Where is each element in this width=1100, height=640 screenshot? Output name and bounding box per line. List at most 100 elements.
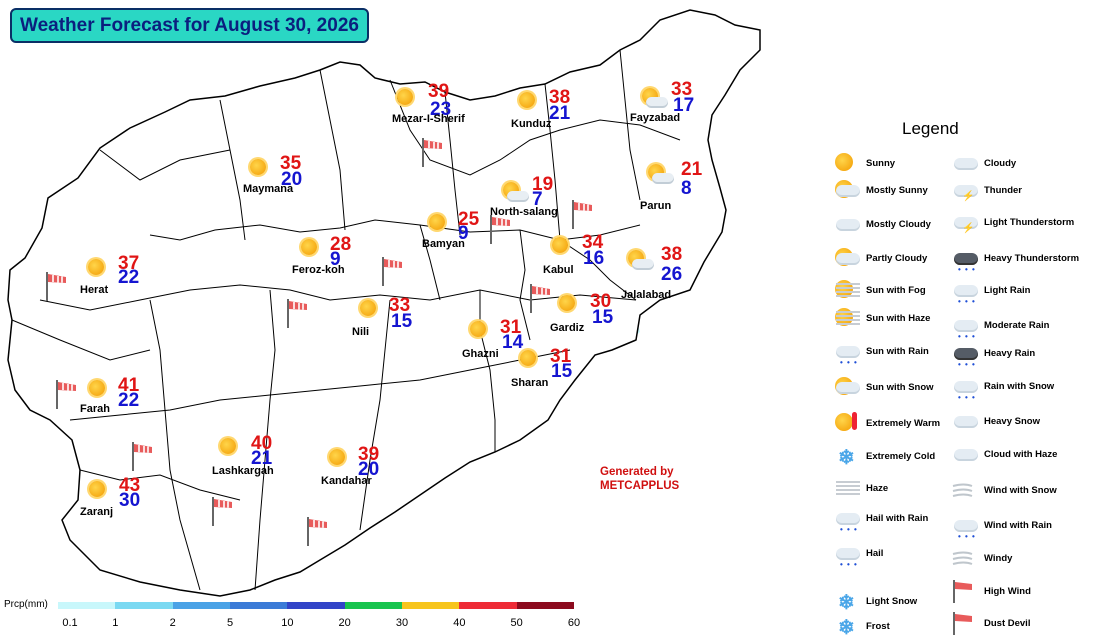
- legend-label: Cloud with Haze: [984, 448, 1058, 460]
- light-thunderstorm-icon: ⚡: [950, 209, 980, 235]
- legend-item: Dust Devil: [950, 610, 1030, 636]
- wind-snow-icon: [950, 477, 980, 503]
- wind-sock-icon: [420, 136, 446, 168]
- scale-tick: 20: [338, 617, 351, 629]
- credit: Generated by METCAPPLUS: [600, 465, 679, 493]
- wind-sock-icon: [44, 270, 70, 302]
- max-temp: 38: [661, 244, 683, 265]
- sunny-icon: [88, 259, 104, 275]
- legend-item: • • • Wind with Rain: [950, 512, 1052, 541]
- legend-label: Heavy Rain: [984, 347, 1036, 359]
- city-name: Maymana: [243, 183, 294, 195]
- legend-item: Sun with Haze: [832, 305, 930, 331]
- city-name: Feroz-koh: [292, 264, 345, 276]
- sunny-icon: [89, 481, 105, 497]
- min-temp: 22: [118, 267, 140, 288]
- legend-label: Hail with Rain: [866, 512, 929, 524]
- legend-item: Cloud with Haze: [950, 441, 1057, 467]
- legend-item: ⚡ Light Thunderstorm: [950, 209, 1074, 235]
- city-name: Kandahar: [321, 475, 372, 487]
- cloud-haze-icon: [950, 441, 980, 467]
- legend-item: Haze: [832, 475, 888, 501]
- sunny-icon: [397, 89, 413, 105]
- precip-scale-bar: [58, 602, 574, 609]
- legend-item: Wind with Snow: [950, 477, 1057, 503]
- scale-tick: 2: [169, 617, 176, 629]
- city-name: Lashkargah: [212, 465, 274, 477]
- legend-label: Hail: [866, 547, 884, 559]
- city-name: Herat: [80, 284, 109, 296]
- legend-item: ❄ Light Snow: [832, 588, 917, 614]
- legend-item: ❄ Extremely Cold: [832, 443, 935, 469]
- credit-line-2: METCAPPLUS: [600, 480, 680, 492]
- sun-rain-icon: • • •: [832, 338, 862, 367]
- legend-label: High Wind: [984, 585, 1031, 597]
- high-wind-icon: [950, 578, 980, 604]
- min-temp: 21: [549, 103, 571, 124]
- legend-label: Extremely Warm: [866, 417, 941, 429]
- sunny-icon: [552, 237, 568, 253]
- min-temp: 15: [592, 307, 614, 328]
- city-name: Fayzabad: [630, 112, 681, 124]
- frost-icon: ❄: [838, 617, 855, 639]
- city-name: Ghazni: [462, 348, 499, 360]
- hail-icon: • • •: [832, 540, 862, 569]
- cloud-icon: [507, 191, 529, 202]
- legend-label: Sun with Rain: [866, 345, 929, 357]
- sunny-icon: [429, 214, 445, 230]
- cloud-icon: [646, 97, 668, 108]
- max-temp: 21: [681, 159, 703, 180]
- min-temp: 22: [118, 390, 140, 411]
- legend-item: • • • Hail with Rain: [832, 505, 929, 534]
- scale-tick: 5: [226, 617, 234, 629]
- thunder-icon: ⚡: [950, 177, 980, 203]
- sunny-icon: [519, 92, 535, 108]
- wind-sock-icon: [488, 213, 514, 245]
- scale-segment: [58, 602, 116, 609]
- legend-title: Legend: [902, 119, 959, 138]
- sunny-icon: [89, 380, 105, 396]
- sunny-icon: [470, 321, 486, 337]
- min-temp: 30: [119, 490, 141, 511]
- hail-rain-icon: • • •: [832, 505, 862, 534]
- legend-item: High Wind: [950, 578, 1031, 604]
- legend-label: Partly Cloudy: [866, 252, 928, 264]
- legend-label: Haze: [866, 482, 889, 494]
- map-title: Weather Forecast for August 30, 2026: [10, 8, 369, 43]
- wind-sock-icon: [54, 378, 80, 410]
- wind-sock-icon: [305, 515, 331, 547]
- credit-line-1: Generated by: [600, 466, 674, 478]
- legend-item: • • • Sun with Rain: [832, 338, 929, 367]
- legend-label: Light Snow: [866, 595, 918, 607]
- cloud-icon: [652, 173, 674, 184]
- scale-segment: [516, 602, 574, 609]
- cloudy-icon: [950, 150, 980, 176]
- legend-item: Cloudy: [950, 150, 1016, 176]
- legend-label: Mostly Sunny: [866, 184, 928, 196]
- min-temp: 14: [502, 332, 524, 353]
- min-temp: 16: [583, 248, 605, 269]
- legend-label: Extremely Cold: [866, 450, 936, 462]
- windy-icon: [950, 545, 980, 571]
- sunny-icon: [250, 159, 266, 175]
- city-name: Jalalabad: [621, 289, 672, 301]
- partly-cloudy-icon: [832, 245, 862, 271]
- city-name: Mezar-I-Sherif: [392, 113, 465, 125]
- legend-item: Heavy Snow: [950, 408, 1040, 434]
- legend-label: Mostly Cloudy: [866, 218, 931, 230]
- sun-haze-icon: [832, 305, 862, 331]
- scale-segment: [459, 602, 517, 609]
- legend-item: • • • Moderate Rain: [950, 312, 1049, 341]
- legend-item: Extremely Warm: [832, 410, 940, 436]
- sunny-icon: [301, 239, 317, 255]
- legend-label: Sun with Haze: [866, 312, 931, 324]
- scale-tick: 60: [567, 617, 581, 629]
- legend-label: Heavy Thunderstorm: [984, 252, 1080, 264]
- precip-scale-label: Prcp(mm): [4, 599, 48, 610]
- legend-item: Partly Cloudy: [832, 245, 927, 271]
- scale-tick: 10: [281, 617, 294, 629]
- legend-label: Rain with Snow: [984, 380, 1055, 392]
- city-name: Kabul: [543, 264, 574, 276]
- legend-item: Windy: [950, 545, 1012, 571]
- light-snow-icon: ❄: [838, 592, 855, 614]
